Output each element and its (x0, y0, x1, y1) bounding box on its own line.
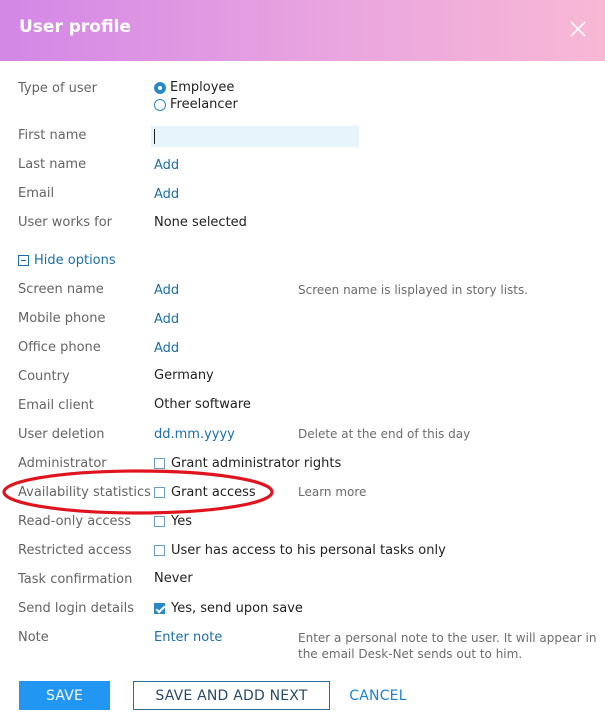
availability-checkbox[interactable]: Grant access (154, 485, 256, 500)
email-client-label: Email client (18, 398, 94, 413)
dialog-title: User profile (19, 17, 131, 37)
screen-name-hint: Screen name is lisplayed in story lists. (298, 283, 529, 297)
note-hint-line2: the email Desk-Net sends out to him. (298, 647, 523, 661)
read-only-label: Read-only access (18, 514, 132, 529)
office-phone-label: Office phone (18, 340, 101, 355)
task-confirmation-value[interactable]: Never (154, 571, 193, 586)
collapse-icon (18, 255, 29, 266)
restricted-checkbox[interactable]: User has access to his personal tasks on… (154, 543, 446, 558)
task-confirmation-label: Task confirmation (18, 572, 133, 587)
radio-freelancer[interactable]: Freelancer (154, 97, 238, 112)
save-button[interactable]: SAVE (19, 681, 110, 710)
screen-name-add-link[interactable]: Add (154, 283, 179, 298)
restricted-checkbox-label: User has access to his personal tasks on… (171, 543, 446, 558)
email-add-link[interactable]: Add (154, 187, 179, 202)
last-name-add-link[interactable]: Add (154, 158, 179, 173)
user-deletion-date-link[interactable]: dd.mm.yyyy (154, 427, 235, 442)
hide-options-toggle[interactable]: Hide options (18, 253, 116, 268)
last-name-label: Last name (18, 157, 87, 172)
note-label: Note (18, 630, 49, 645)
user-deletion-hint: Delete at the end of this day (298, 427, 471, 441)
read-only-checkbox[interactable]: Yes (154, 514, 192, 529)
close-icon[interactable] (569, 20, 587, 38)
administrator-checkbox[interactable]: Grant administrator rights (154, 456, 341, 471)
availability-label: Availability statistics (18, 485, 151, 500)
first-name-input[interactable] (151, 126, 359, 147)
mobile-phone-label: Mobile phone (18, 311, 106, 326)
radio-unselected-icon (154, 98, 166, 111)
text-caret (154, 129, 155, 144)
administrator-checkbox-label: Grant administrator rights (171, 456, 342, 471)
send-login-label: Send login details (18, 601, 134, 616)
type-of-user-label: Type of user (18, 81, 98, 96)
works-for-label: User works for (18, 215, 113, 230)
enter-note-link[interactable]: Enter note (154, 630, 222, 645)
email-label: Email (18, 186, 55, 201)
user-deletion-label: User deletion (18, 427, 105, 442)
email-client-value[interactable]: Other software (154, 397, 251, 412)
checkbox-checked-icon (154, 603, 165, 614)
screen-name-label: Screen name (18, 282, 104, 297)
checkbox-icon (154, 516, 165, 527)
save-and-add-next-button[interactable]: SAVE AND ADD NEXT (133, 681, 330, 710)
administrator-label: Administrator (18, 456, 107, 471)
read-only-checkbox-label: Yes (171, 514, 192, 529)
cancel-button[interactable]: CANCEL (340, 681, 416, 710)
radio-freelancer-label: Freelancer (170, 97, 238, 112)
send-login-checkbox[interactable]: Yes, send upon save (154, 601, 303, 616)
learn-more-link[interactable]: Learn more (298, 485, 366, 499)
send-login-checkbox-label: Yes, send upon save (171, 601, 303, 616)
office-phone-add-link[interactable]: Add (154, 341, 179, 356)
country-value[interactable]: Germany (154, 368, 214, 383)
checkbox-icon (154, 458, 165, 469)
hide-options-label: Hide options (34, 253, 116, 268)
restricted-label: Restricted access (18, 543, 132, 558)
checkbox-icon (154, 487, 165, 498)
radio-employee[interactable]: Employee (154, 80, 234, 95)
mobile-phone-add-link[interactable]: Add (154, 312, 179, 327)
checkbox-icon (154, 545, 165, 556)
first-name-label: First name (18, 128, 87, 143)
radio-employee-label: Employee (170, 80, 235, 95)
availability-checkbox-label: Grant access (171, 485, 256, 500)
note-hint-line1: Enter a personal note to the user. It wi… (298, 631, 597, 645)
country-label: Country (18, 369, 70, 384)
works-for-value[interactable]: None selected (154, 215, 247, 230)
dialog-header: User profile (0, 0, 605, 61)
radio-selected-icon (154, 81, 166, 94)
